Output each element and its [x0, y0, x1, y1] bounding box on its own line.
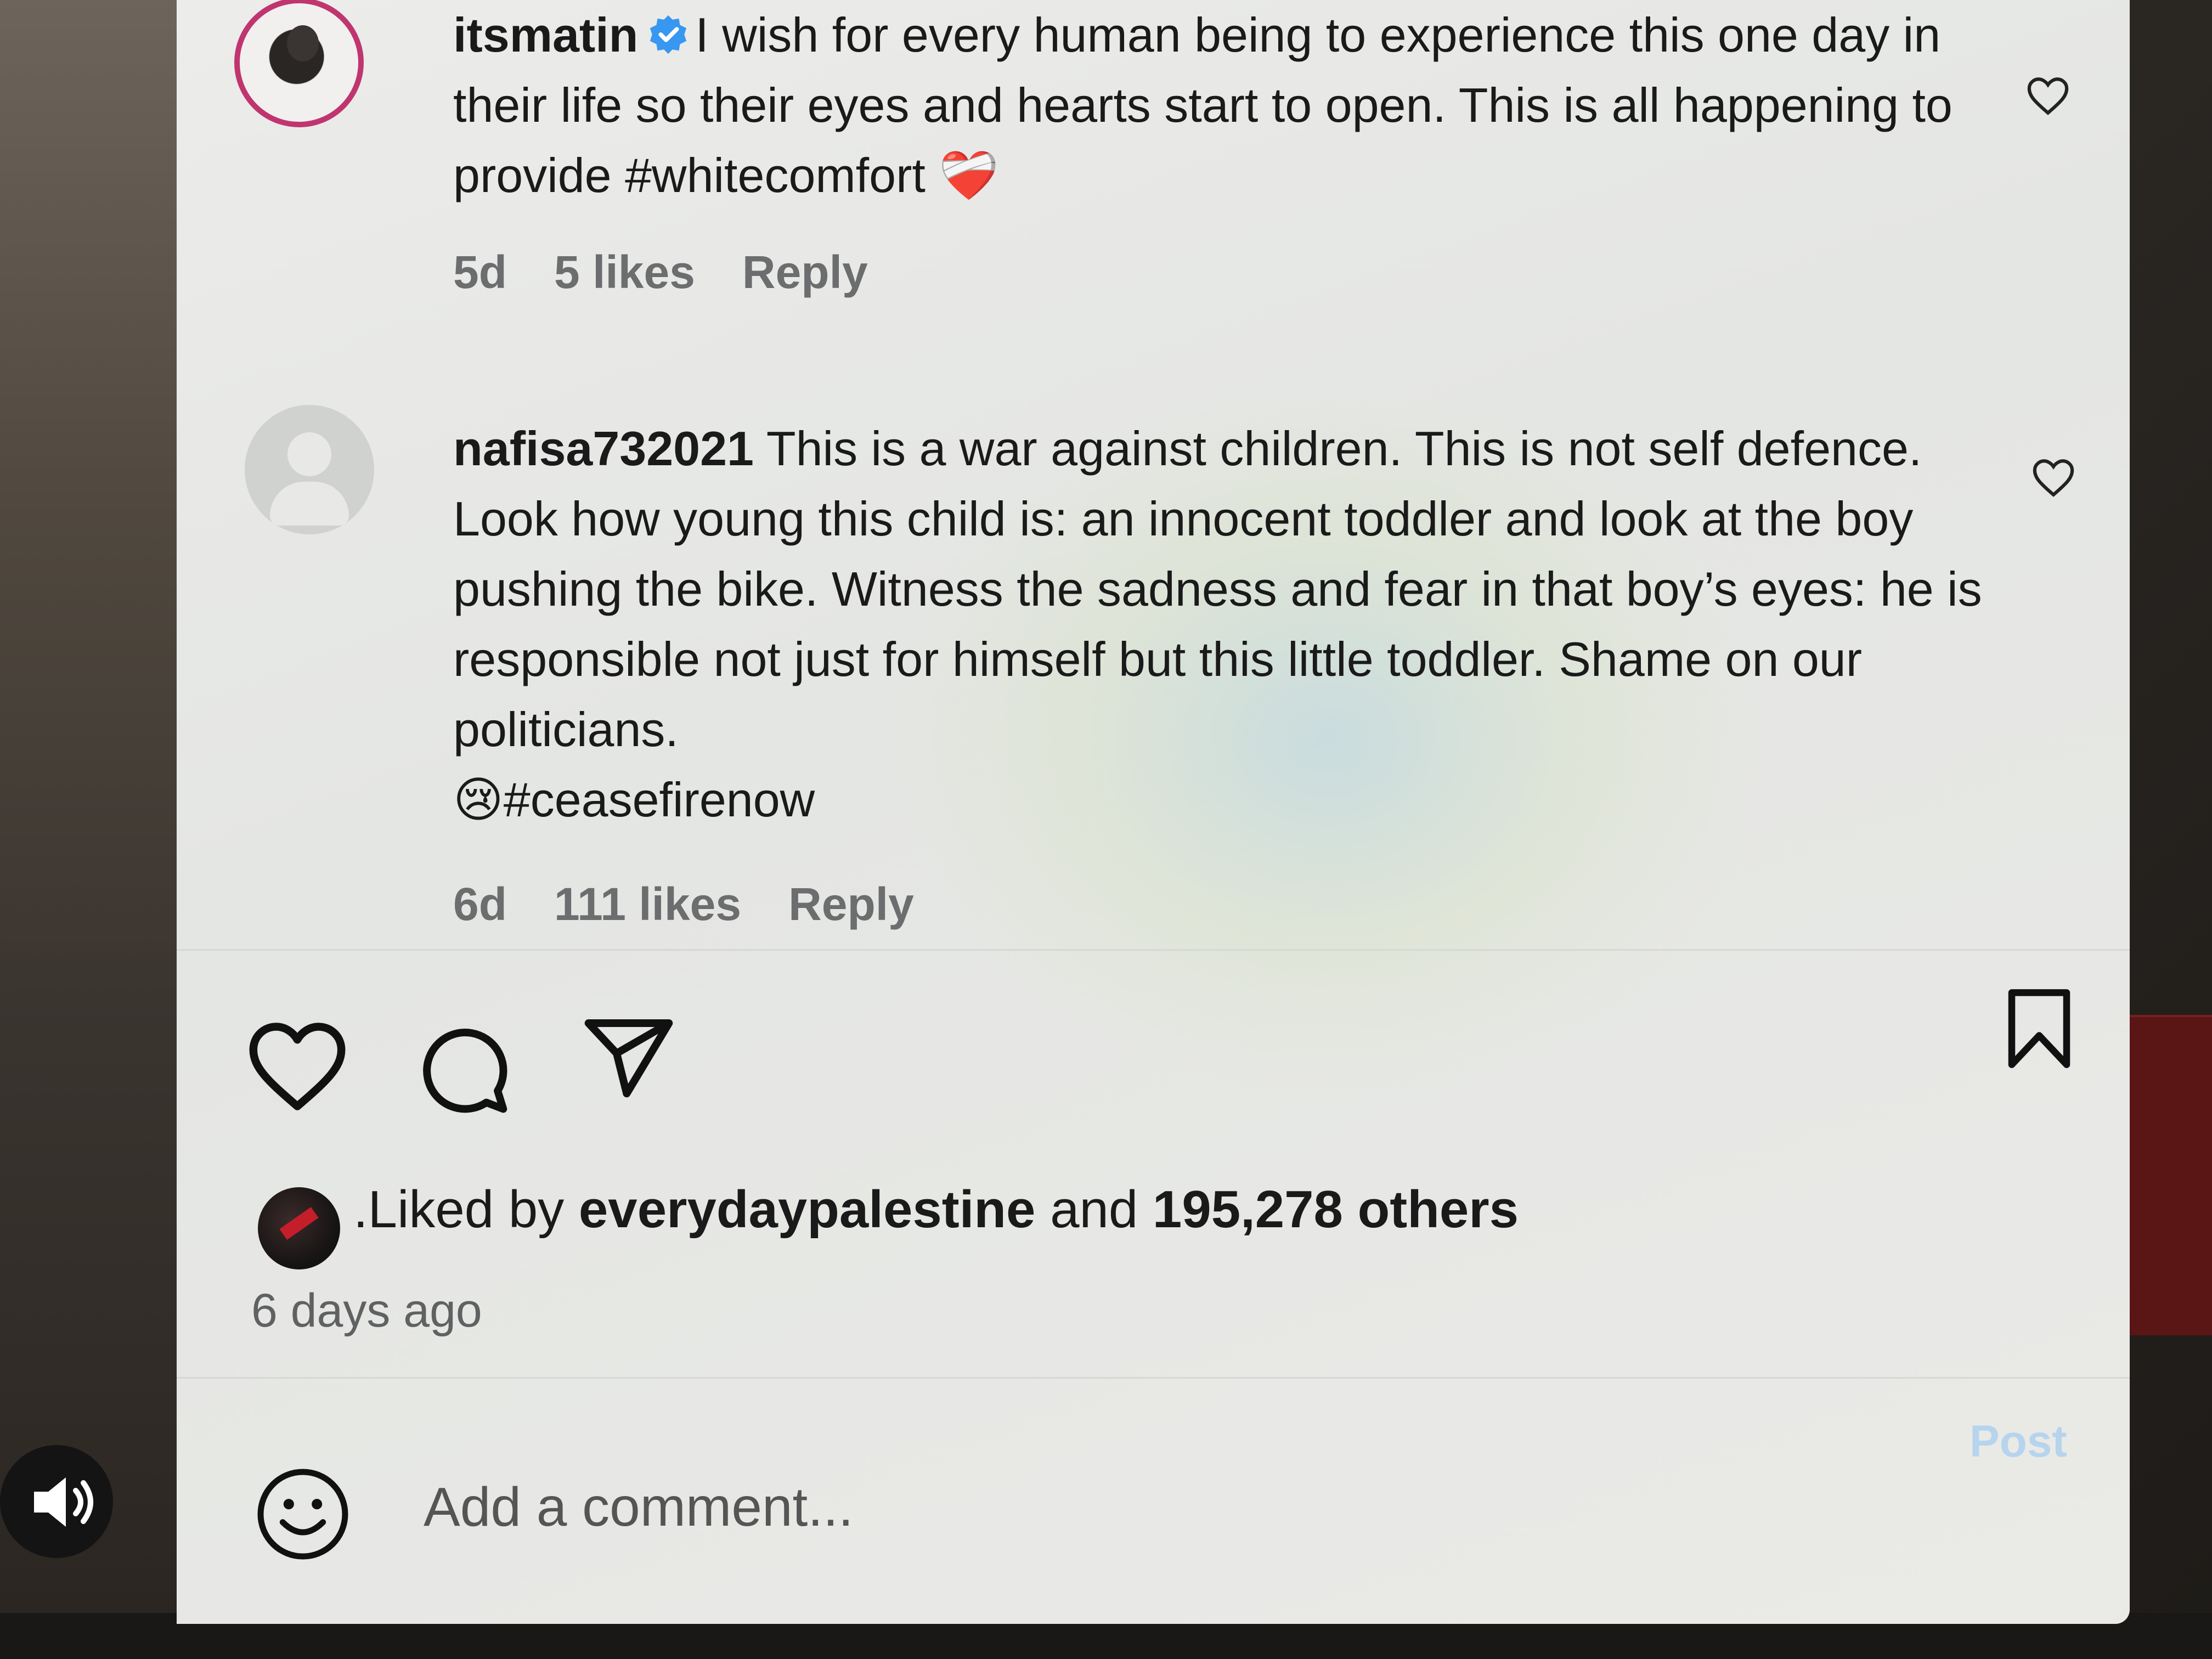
comment-meta: 6d 111 likes Reply	[453, 878, 961, 931]
volume-button[interactable]	[0, 1445, 113, 1558]
share-icon[interactable]	[580, 1018, 677, 1101]
avatar[interactable]	[234, 0, 364, 127]
reply-button[interactable]: Reply	[788, 878, 914, 930]
divider	[177, 949, 2130, 951]
post-button[interactable]: Post	[1966, 1415, 2070, 1468]
reply-button[interactable]: Reply	[742, 246, 868, 298]
divider	[177, 1377, 2130, 1379]
post-timestamp: 6 days ago	[251, 1284, 482, 1337]
likes-summary[interactable]: .Liked by everydaypalestine and 195,278 …	[353, 1180, 1519, 1240]
comment-body: nafisa732021 This is a war against child…	[453, 414, 2022, 835]
like-comment-heart-icon[interactable]	[2031, 456, 2076, 499]
comment-likes[interactable]: 111 likes	[554, 878, 741, 930]
heart-icon[interactable]	[247, 1020, 348, 1113]
like-comment-heart-icon[interactable]	[2025, 75, 2070, 117]
likes-connector: and	[1050, 1180, 1138, 1239]
crying-emoji: 😢	[453, 772, 504, 827]
comment-username[interactable]: nafisa732021	[453, 421, 754, 476]
comment-age: 5d	[453, 246, 507, 298]
comment-icon[interactable]	[415, 1020, 511, 1117]
comments-panel: itsmatin I wish for every human being to …	[177, 0, 2130, 1624]
comment-age: 6d	[453, 878, 507, 930]
add-comment-input[interactable]	[422, 1468, 1796, 1546]
likes-prefix: .Liked by	[353, 1180, 565, 1239]
background-photo-left	[0, 0, 181, 1659]
liker-username[interactable]: everydaypalestine	[579, 1180, 1036, 1239]
liker-avatar[interactable]	[258, 1187, 340, 1269]
verified-badge-icon	[650, 15, 687, 54]
emoji-picker-icon[interactable]	[255, 1466, 351, 1562]
avatar[interactable]	[245, 405, 374, 534]
comment-likes[interactable]: 5 likes	[554, 246, 695, 298]
background-window-right	[2129, 1015, 2212, 1335]
speaker-icon	[34, 1477, 93, 1527]
comment-username[interactable]: itsmatin	[453, 8, 638, 62]
bookmark-icon[interactable]	[2005, 988, 2074, 1070]
heart-emoji: ❤️‍🩹	[939, 148, 999, 202]
likes-count[interactable]: 195,278 others	[1153, 1180, 1519, 1239]
comment-body: itsmatin I wish for every human being to …	[453, 0, 2022, 211]
comment-meta: 5d 5 likes Reply	[453, 246, 915, 299]
comment-hashtag[interactable]: #ceasefirenow	[504, 772, 815, 827]
